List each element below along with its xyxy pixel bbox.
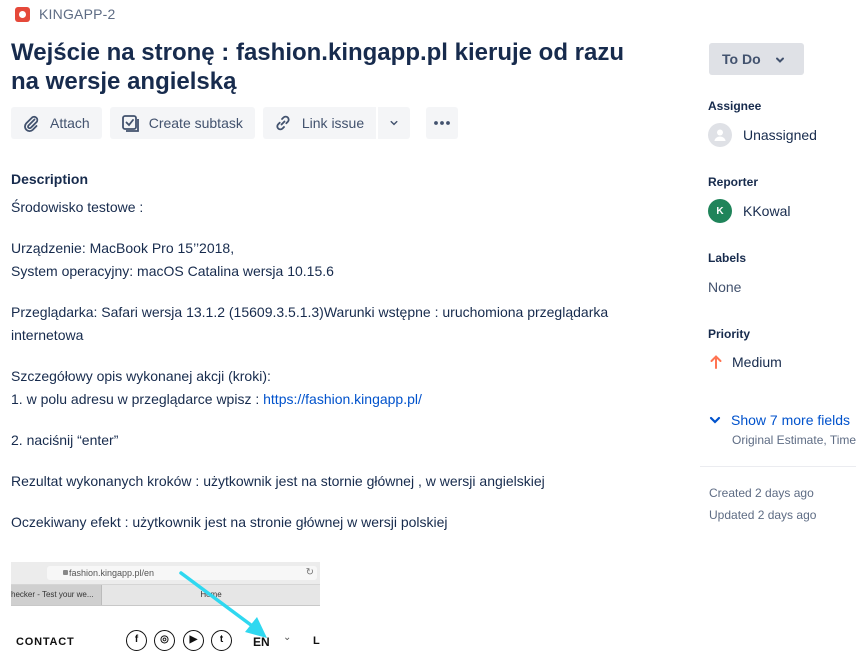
- show-more-fields-button[interactable]: Show 7 more fields: [708, 412, 850, 428]
- chevron-down-icon: [776, 57, 784, 63]
- step1-link[interactable]: https://fashion.kingapp.pl/: [263, 391, 422, 407]
- description-line: System operacyjny: macOS Catalina wersja…: [11, 263, 334, 279]
- more-icon: [434, 121, 451, 125]
- link-issue-button[interactable]: Link issue: [262, 107, 377, 139]
- user-icon: [714, 129, 726, 141]
- assignee-label: Assignee: [708, 99, 762, 113]
- annotation-arrow-icon: [179, 571, 267, 638]
- reporter-value: KKowal: [743, 203, 791, 219]
- labels-label: Labels: [708, 251, 747, 265]
- reporter-field[interactable]: K KKowal: [708, 199, 790, 223]
- avatar: [708, 123, 732, 147]
- issue-title[interactable]: Wejście na stronę : fashion.kingapp.pl k…: [11, 38, 651, 96]
- subtask-icon: [121, 115, 139, 132]
- description-line: Oczekiwany efekt : użytkownik jest na st…: [11, 514, 448, 530]
- created-date: Created 2 days ago: [709, 486, 814, 500]
- description-line: Szczegółowy opis wykonanej akcji (kroki)…: [11, 368, 271, 384]
- description-body[interactable]: Środowisko testowe : Urządzenie: MacBook…: [11, 196, 651, 534]
- assignee-value: Unassigned: [743, 127, 817, 143]
- description-line: 1. w polu adresu w przeglądarce wpisz : …: [11, 388, 651, 411]
- attach-button[interactable]: Attach: [11, 107, 102, 139]
- description-line: Urządzenie: MacBook Pro 15’’2018,: [11, 240, 235, 256]
- priority-field[interactable]: Medium: [708, 354, 782, 370]
- show-more-label: Show 7 more fields: [731, 412, 851, 428]
- attachment-screenshot[interactable]: fashion.kingapp.pl/en ↻ hecker - Test yo…: [11, 562, 320, 662]
- link-icon: [276, 115, 290, 131]
- more-actions-button[interactable]: [426, 107, 459, 139]
- assignee-field[interactable]: Unassigned: [708, 123, 817, 147]
- issue-key-link[interactable]: KINGAPP-2: [39, 6, 116, 22]
- create-subtask-label: Create subtask: [148, 115, 243, 131]
- link-issue-label: Link issue: [301, 115, 365, 131]
- description-heading: Description: [11, 171, 89, 187]
- description-line: Środowisko testowe :: [11, 199, 144, 215]
- avatar: K: [708, 199, 732, 223]
- arrow-up-icon: [710, 355, 722, 369]
- description-line: Przeglądarka: Safari wersja 13.1.2 (1560…: [11, 304, 609, 343]
- breadcrumb: KINGAPP-2: [15, 4, 116, 24]
- paperclip-icon: [24, 115, 39, 133]
- issue-toolbar: Attach Create subtask Link issue: [11, 107, 466, 139]
- status-dropdown[interactable]: To Do: [709, 43, 804, 75]
- labels-value[interactable]: None: [708, 279, 741, 295]
- status-label: To Do: [722, 51, 761, 67]
- step1-text: 1. w polu adresu w przeglądarce wpisz :: [11, 391, 264, 407]
- description-line: 2. naciśnij “enter”: [11, 432, 119, 448]
- reporter-label: Reporter: [708, 175, 759, 189]
- attach-label: Attach: [50, 115, 90, 131]
- create-subtask-button[interactable]: Create subtask: [109, 107, 255, 139]
- description-line: Rezultat wykonanych kroków : użytkownik …: [11, 473, 545, 489]
- updated-date: Updated 2 days ago: [709, 508, 817, 522]
- bug-icon: [15, 6, 30, 22]
- priority-label: Priority: [708, 327, 751, 341]
- show-more-subtitle: Original Estimate, Time tracking: [732, 433, 856, 447]
- priority-value: Medium: [732, 354, 782, 370]
- divider: [700, 466, 856, 467]
- chevron-down-icon: [709, 416, 721, 424]
- chevron-down-icon: [390, 120, 398, 126]
- link-issue-dropdown-button[interactable]: [378, 107, 411, 139]
